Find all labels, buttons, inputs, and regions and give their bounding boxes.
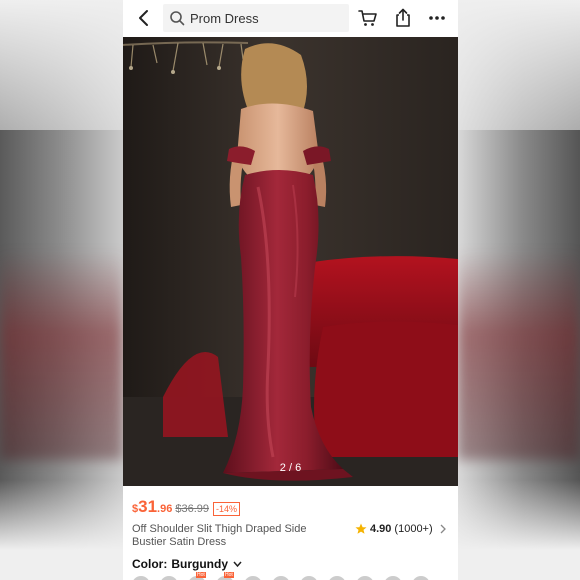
product-title: Off Shoulder Slit Thigh Draped Side Bust…	[132, 523, 307, 548]
product-screen: 2 / 6 $ 31 .96 $36.99 -14% Off Shoulder …	[123, 0, 458, 580]
price-decimal: .96	[157, 503, 173, 515]
hot-tag: Hot	[196, 572, 206, 578]
color-swatches: Hot Hot	[132, 572, 430, 580]
search-bar[interactable]	[163, 4, 349, 32]
price-integer: 31	[138, 497, 158, 516]
rating-count: (1000+)	[394, 523, 433, 535]
price-row: $ 31 .96 $36.99 -14%	[132, 497, 241, 517]
product-image-gallery[interactable]: 2 / 6	[123, 37, 458, 486]
top-navigation-bar	[123, 0, 458, 37]
discount-badge: -14%	[213, 502, 241, 516]
back-arrow-icon	[139, 10, 148, 26]
more-icon	[429, 16, 445, 20]
rating-summary[interactable]: 4.90 (1000+)	[355, 523, 447, 535]
color-swatch[interactable]	[412, 576, 430, 580]
background-blur-right	[457, 250, 580, 460]
gallery-page-indicator: 2 / 6	[279, 462, 302, 474]
color-swatch[interactable]	[384, 576, 402, 580]
background-blur-left	[0, 250, 123, 460]
color-swatch[interactable]	[356, 576, 374, 580]
color-swatch[interactable]: Hot	[188, 572, 206, 580]
search-icon	[170, 11, 185, 26]
product-photo	[123, 37, 458, 486]
rating-value: 4.90	[370, 523, 392, 535]
original-price: $36.99	[175, 503, 209, 515]
color-label: Color:	[132, 557, 168, 571]
star-icon	[355, 523, 367, 534]
share-button[interactable]	[392, 7, 414, 29]
chevron-down-icon	[233, 561, 242, 568]
share-icon	[396, 8, 410, 27]
chevron-right-icon	[440, 524, 446, 534]
color-swatch[interactable]	[300, 576, 318, 580]
color-swatch[interactable]	[272, 576, 290, 580]
more-button[interactable]	[426, 7, 448, 29]
cart-button[interactable]	[357, 7, 379, 29]
color-swatch[interactable]	[160, 576, 178, 580]
search-input[interactable]	[190, 10, 340, 26]
color-swatch[interactable]	[328, 576, 346, 580]
color-selector[interactable]: Color: Burgundy	[132, 557, 242, 571]
color-swatch[interactable]	[132, 576, 150, 580]
product-info: $ 31 .96 $36.99 -14% Off Shoulder Slit T…	[123, 486, 458, 580]
cart-icon	[358, 10, 377, 26]
color-swatch[interactable]	[244, 576, 262, 580]
color-swatch[interactable]: Hot	[216, 572, 234, 580]
back-button[interactable]	[133, 7, 155, 29]
hot-tag: Hot	[224, 572, 234, 578]
color-value: Burgundy	[171, 557, 228, 571]
